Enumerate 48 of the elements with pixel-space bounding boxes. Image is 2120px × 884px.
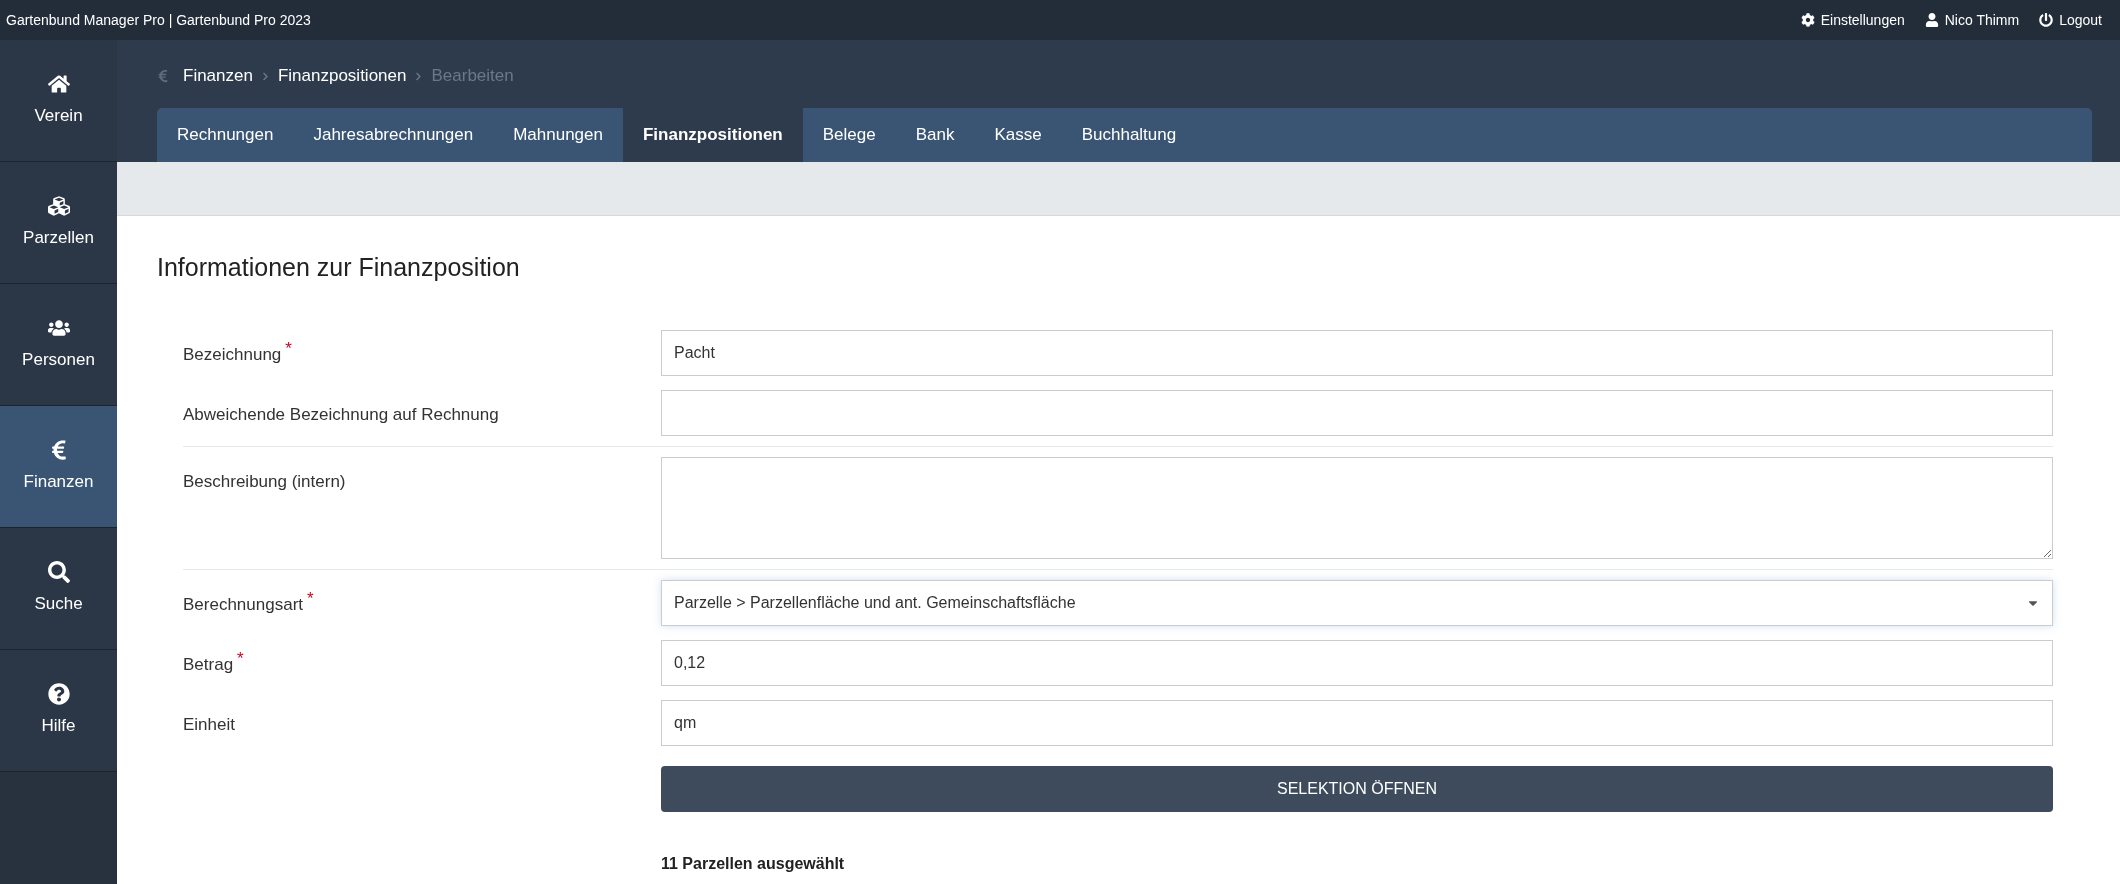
app-title: Gartenbund Manager Pro | Gartenbund Pro 2023 [6,10,311,30]
house-icon [47,72,70,95]
required-mark: * [237,647,244,670]
help-icon [47,682,70,705]
tab[interactable]: Belege [802,108,896,162]
selection-summary: 11 Parzellen ausgewählt [661,853,845,874]
field-label: Abweichende Bezeichnung auf Rechnung [183,403,499,426]
input-field[interactable] [661,389,2053,436]
open-selection-button[interactable]: SELEKTION ÖFFNEN [661,765,2053,812]
tab[interactable]: Buchhaltung [1061,108,1197,162]
sidebar-item[interactable]: Verein [0,40,117,162]
search-icon [47,560,70,583]
sidebar-item[interactable]: Personen [0,284,117,406]
chevron-icon [414,71,424,81]
breadcrumb-link[interactable]: Finanzpositionen [277,63,407,89]
tab[interactable]: Jahresabrechnungen [293,108,494,162]
input-field[interactable]: Pacht [661,329,2053,376]
input-field[interactable]: 0,12 [661,639,2053,686]
section-title: Informationen zur Finanzposition [157,252,521,283]
top-bar-link[interactable]: Einstellungen [1800,9,1905,31]
breadcrumb-link[interactable]: Finanzen [183,63,253,89]
euro-icon [157,69,169,83]
tab[interactable]: Finanzpositionen [622,108,803,162]
top-bar-link[interactable]: Nico Thimm [1924,9,2020,31]
sidebar-item[interactable]: Finanzen [0,406,117,528]
power-icon [2039,13,2054,27]
tab[interactable]: Kasse [974,108,1062,162]
field-label: Beschreibung (intern) [183,470,346,493]
field-label: Bezeichnung [183,343,282,366]
input-field[interactable]: qm [661,699,2053,746]
sidebar-item[interactable]: Suche [0,528,117,650]
chevron-icon [260,71,270,81]
sidebar-item[interactable]: Parzellen [0,162,117,284]
description-textarea[interactable] [661,456,2053,559]
settings-icon [1800,13,1815,27]
field-label: Berechnungsart [183,593,304,616]
select-field[interactable]: Parzelle > Parzellenfläche und ant. Gemeinschaftsfläche [661,579,2053,626]
top-bar-link[interactable]: Logout [2039,9,2102,31]
field-label: Betrag [183,653,234,676]
tab[interactable]: Bank [895,108,975,162]
sidebar-item[interactable]: Hilfe [0,650,117,772]
field-label: Einheit [183,713,235,736]
user-icon [1924,13,1939,27]
required-mark: * [285,337,292,360]
tab[interactable]: Mahnungen [493,108,623,162]
tab[interactable]: Rechnungen [157,108,294,162]
required-mark: * [307,587,314,610]
cubes-icon [47,194,70,217]
